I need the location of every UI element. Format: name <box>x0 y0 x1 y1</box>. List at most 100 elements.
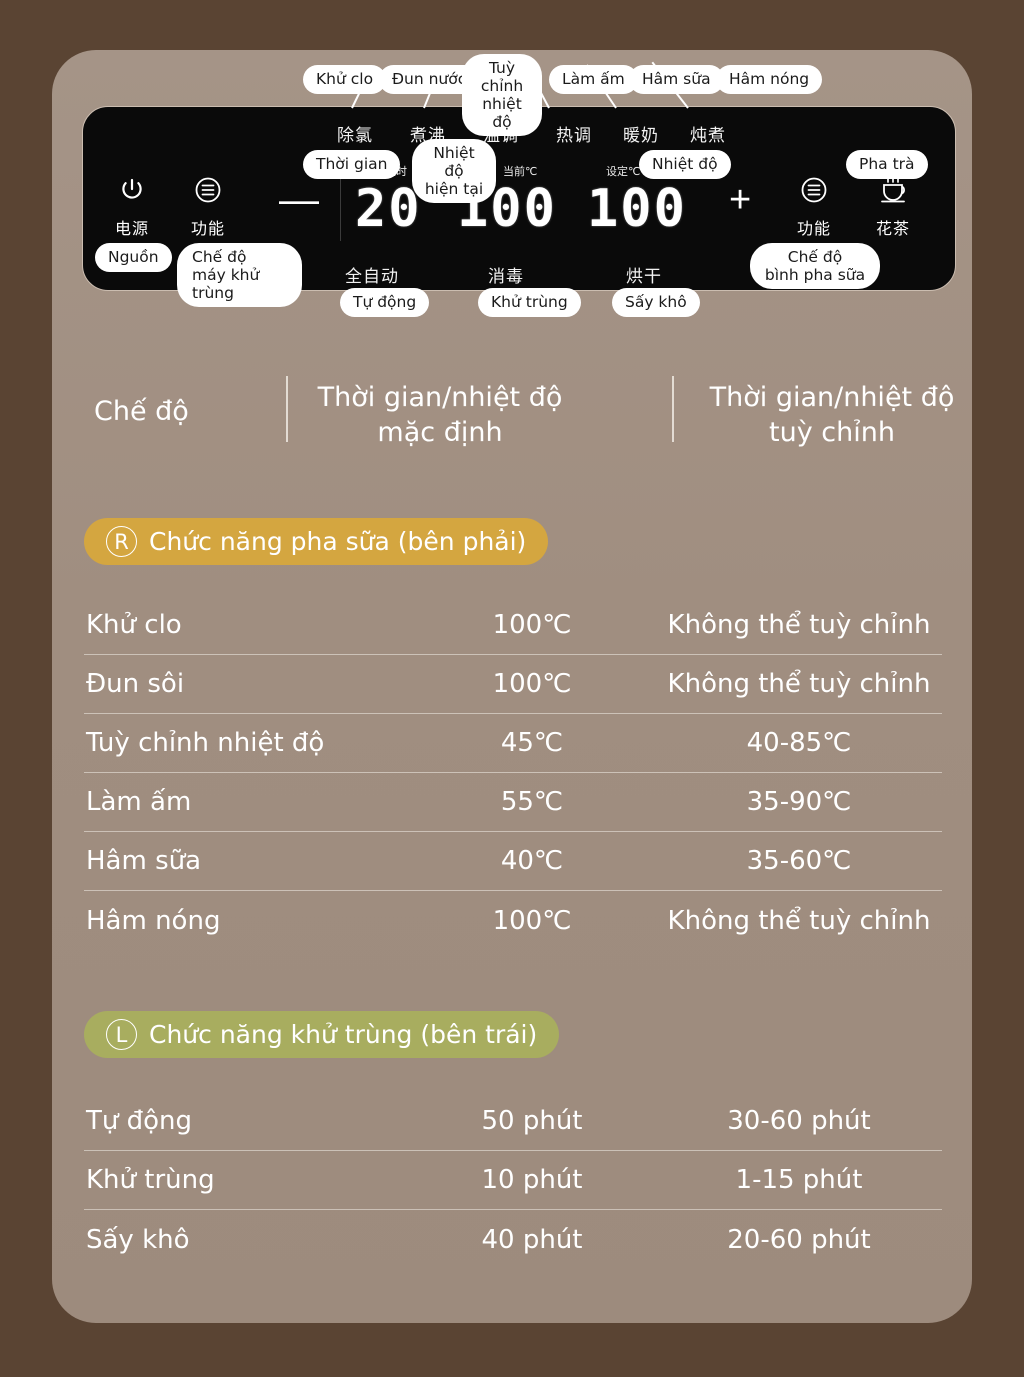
mode-label-heat-adjust[interactable]: 热调 <box>556 121 592 146</box>
table-row[interactable]: Tự động 50 phút 30-60 phút <box>84 1092 942 1151</box>
callout-sterilizer-mode[interactable]: Chế độ máy khử trùng <box>177 243 302 307</box>
cell-custom: 20-60 phút <box>727 1224 871 1255</box>
cell-default: 10 phút <box>481 1165 583 1195</box>
function-label-auto[interactable]: 全自动 <box>345 262 399 287</box>
set-temp-display: 100 <box>587 183 687 235</box>
cell-custom: 35-90℃ <box>746 787 852 817</box>
badge-letter-l: L <box>106 1019 137 1050</box>
table-row[interactable]: Làm ấm 55℃ 35-90℃ <box>84 773 942 832</box>
cell-default: 40 phút <box>481 1224 583 1255</box>
cell-mode: Sấy khô <box>86 1224 190 1255</box>
function-button-right[interactable]: 功能 <box>779 175 849 239</box>
callout-dry[interactable]: Sấy khô <box>612 288 700 317</box>
function-label-dry[interactable]: 烘干 <box>626 262 662 287</box>
table-section-right: Khử clo 100℃ Không thể tuỳ chỉnh Đun sôi… <box>84 596 942 950</box>
badge-letter-r: R <box>106 526 137 557</box>
table-row[interactable]: Khử clo 100℃ Không thể tuỳ chỉnh <box>84 596 942 655</box>
callout-sterilize[interactable]: Khử trùng <box>478 288 581 317</box>
cell-mode: Hâm sữa <box>86 846 202 876</box>
table-section-left: Tự động 50 phút 30-60 phút Khử trùng 10 … <box>84 1092 942 1269</box>
cell-mode: Làm ấm <box>86 787 192 817</box>
callout-custom-temp-line2: nhiệt độ <box>482 95 522 131</box>
cell-custom: 30-60 phút <box>727 1106 871 1136</box>
table-row[interactable]: Hâm nóng 100℃ Không thể tuỳ chỉnh <box>84 891 942 950</box>
function-button-left[interactable]: 功能 <box>173 175 243 239</box>
tea-cup-icon <box>858 175 928 213</box>
cell-custom: Không thể tuỳ chỉnh <box>667 905 931 936</box>
cell-custom: Không thể tuỳ chỉnh <box>667 669 931 699</box>
callout-warm-milk[interactable]: Hâm sữa <box>629 65 724 94</box>
cell-mode: Tự động <box>86 1106 193 1136</box>
section-badge-left: L Chức năng khử trùng (bên trái) <box>84 1011 560 1058</box>
increment-button[interactable]: + <box>729 181 751 219</box>
table-row[interactable]: Sấy khô 40 phút 20-60 phút <box>84 1210 942 1269</box>
cell-custom: 1-15 phút <box>735 1165 863 1195</box>
header-custom-line2: tuỳ chỉnh <box>769 417 895 448</box>
tea-button[interactable]: 花茶 <box>858 175 928 239</box>
header-separator-2 <box>672 376 674 442</box>
callout-brew-tea[interactable]: Pha trà <box>846 150 928 179</box>
header-separator-1 <box>286 376 288 442</box>
callout-power[interactable]: Nguồn <box>95 243 172 272</box>
cell-mode: Đun sôi <box>86 669 185 699</box>
cell-mode: Hâm nóng <box>86 905 221 936</box>
callout-sterilizer-mode-line1: Chế độ <box>192 248 247 266</box>
decrement-button[interactable]: — <box>279 180 319 220</box>
callout-custom-temp-line1: Tuỳ chỉnh <box>480 59 524 95</box>
callout-custom-temp[interactable]: Tuỳ chỉnh nhiệt độ <box>462 54 542 136</box>
mode-label-dechlorinate[interactable]: 除氯 <box>337 121 373 146</box>
callout-bottle-mode-line2: bình pha sữa <box>764 266 866 284</box>
callout-bottle-mode[interactable]: Chế độ bình pha sữa <box>750 243 880 289</box>
power-icon <box>97 175 167 213</box>
tiny-label-set-temp: 设定℃ <box>606 165 641 178</box>
header-custom: Thời gian/nhiệt độ tuỳ chỉnh <box>682 380 982 450</box>
cell-default: 45℃ <box>500 728 564 758</box>
callout-current-temp[interactable]: Nhiệt độ hiện tại <box>412 139 496 203</box>
table-row[interactable]: Đun sôi 100℃ Không thể tuỳ chỉnh <box>84 655 942 714</box>
menu-lines-icon <box>779 175 849 213</box>
header-default: Thời gian/nhiệt độ mặc định <box>296 380 584 450</box>
callout-current-temp-line1: Nhiệt độ <box>433 144 475 180</box>
callout-heat-up[interactable]: Hâm nóng <box>716 65 823 94</box>
cell-mode: Khử trùng <box>86 1165 215 1195</box>
cell-custom: 40-85℃ <box>746 728 852 758</box>
callout-current-temp-line2: hiện tại <box>424 180 484 198</box>
tiny-label-current-temp: 当前℃ <box>503 165 538 178</box>
section-badge-right: R Chức năng pha sữa (bên phải) <box>84 518 549 565</box>
table-header: Chế độ Thời gian/nhiệt độ mặc định Thời … <box>84 372 954 468</box>
power-button[interactable]: 电源 <box>97 175 167 239</box>
badge-text-right: Chức năng pha sữa (bên phải) <box>149 527 527 556</box>
header-mode: Chế độ <box>94 396 189 427</box>
cell-default: 50 phút <box>481 1106 583 1136</box>
callout-auto[interactable]: Tự động <box>340 288 430 317</box>
cell-custom: 35-60℃ <box>746 846 852 876</box>
callout-warm[interactable]: Làm ấm <box>549 65 638 94</box>
timer-display: 20 <box>355 183 422 235</box>
cell-mode: Tuỳ chỉnh nhiệt độ <box>86 728 325 758</box>
function-right-label: 功能 <box>796 219 831 238</box>
cell-default: 40℃ <box>500 846 564 876</box>
cell-default: 100℃ <box>492 905 572 936</box>
callout-temperature[interactable]: Nhiệt độ <box>639 150 731 179</box>
mode-label-stew[interactable]: 炖煮 <box>690 121 726 146</box>
callout-time[interactable]: Thời gian <box>303 150 401 179</box>
badge-text-left: Chức năng khử trùng (bên trái) <box>149 1020 538 1049</box>
function-label-sterilize[interactable]: 消毒 <box>488 262 524 287</box>
callout-bottle-mode-line1: Chế độ <box>787 248 843 266</box>
cell-default: 55℃ <box>500 787 564 817</box>
cell-mode: Khử clo <box>86 610 182 640</box>
power-label: 电源 <box>114 219 149 238</box>
table-row[interactable]: Hâm sữa 40℃ 35-60℃ <box>84 832 942 891</box>
cell-custom: Không thể tuỳ chỉnh <box>667 610 931 640</box>
set-temp-value: 100 <box>587 179 687 239</box>
table-row[interactable]: Khử trùng 10 phút 1-15 phút <box>84 1151 942 1210</box>
function-left-label: 功能 <box>190 219 225 238</box>
mode-label-warm-milk[interactable]: 暖奶 <box>623 121 659 146</box>
callout-dechlorinate[interactable]: Khử clo <box>303 65 387 94</box>
cell-default: 100℃ <box>492 669 572 699</box>
timer-value: 20 <box>355 179 422 239</box>
page-root: 除氯 煮沸 温调 热调 暖奶 炖煮 定时 当前℃ 设定℃ 电源 <box>0 0 1024 1377</box>
table-row[interactable]: Tuỳ chỉnh nhiệt độ 45℃ 40-85℃ <box>84 714 942 773</box>
callout-sterilizer-mode-line2: máy khử trùng <box>192 266 260 302</box>
header-default-line2: mặc định <box>377 417 503 448</box>
